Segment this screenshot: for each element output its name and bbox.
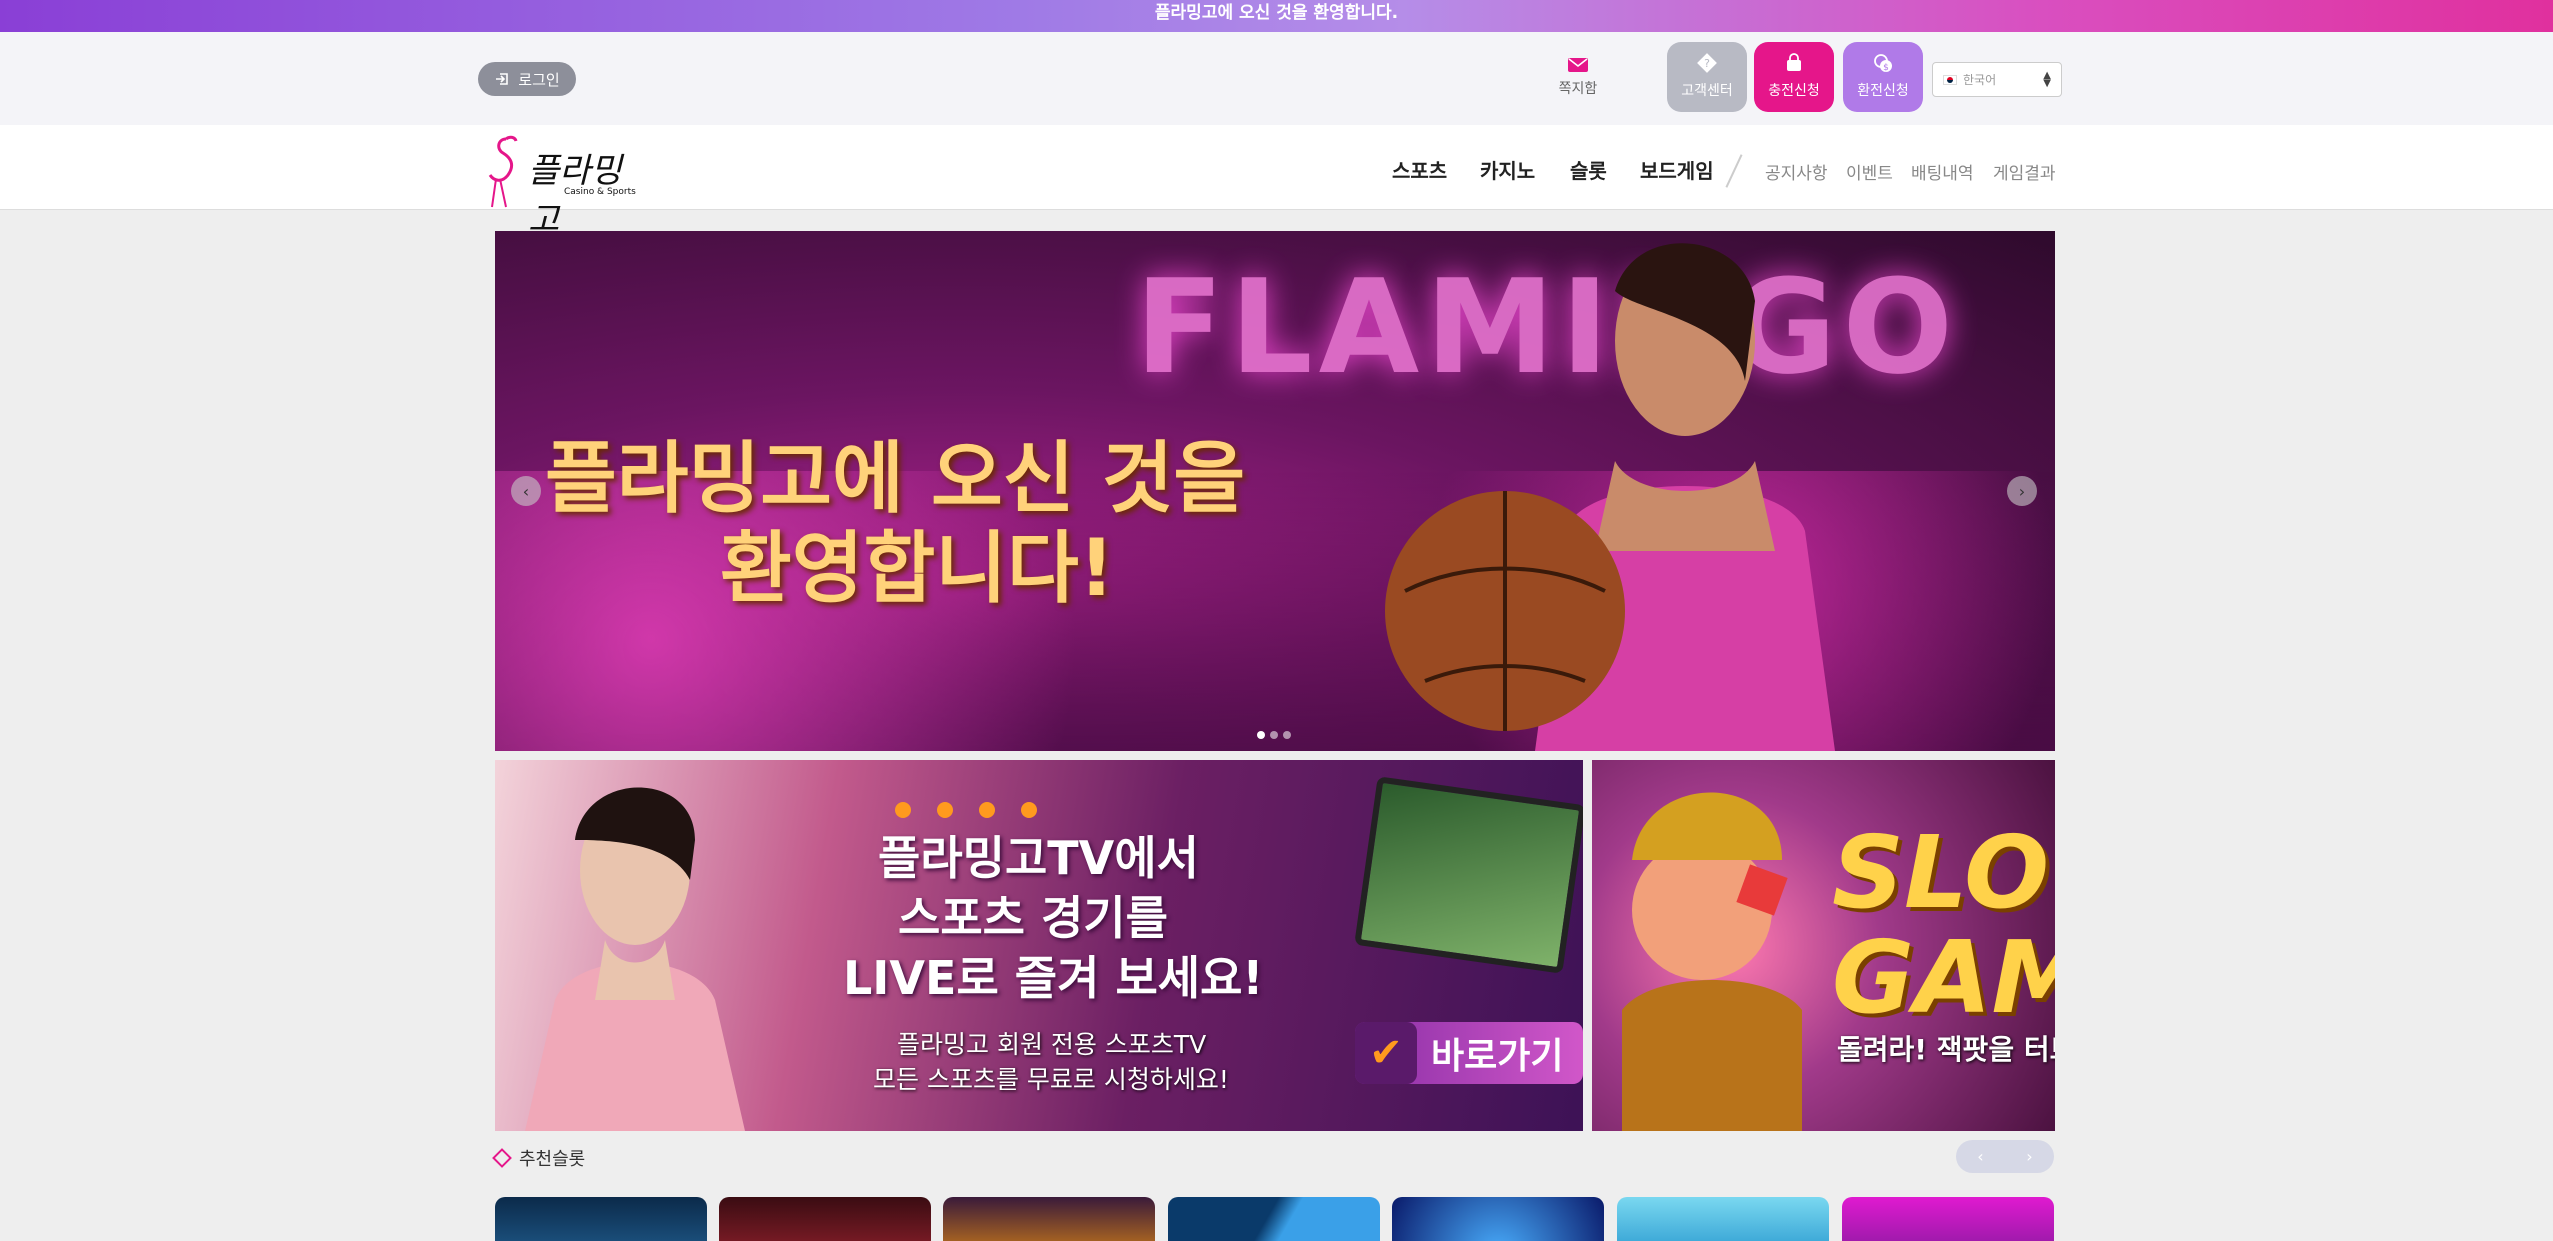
nav-slot[interactable]: 슬롯 (1570, 155, 1607, 184)
slot-game-banner[interactable]: SLOGAME 돌려라! 잭팟을 터트 (1592, 760, 2055, 1131)
chevron-right-icon: › (2026, 1147, 2033, 1166)
tv-screen-image (1354, 776, 1583, 974)
site-logo[interactable]: 플라밍고 Casino & Sports (476, 129, 641, 240)
slot-thumbnail-6[interactable] (1617, 1197, 1829, 1241)
slot-title: SLOGAME (1832, 814, 2055, 1036)
slots-prev-button[interactable]: ‹ (1956, 1140, 2005, 1173)
carousel-next-button[interactable]: › (2007, 476, 2037, 506)
hero-title-line2: 환영합니다! (720, 524, 1115, 614)
nav-bet-history[interactable]: 배팅내역 (1911, 159, 1974, 184)
header-bar: 로그인 쪽지함 ? 고객센터 충전신청 $ 환전신청 한국어 ▲ ▼ (0, 32, 2553, 125)
nav-board-game[interactable]: 보드게임 (1640, 155, 1714, 184)
carousel-indicators (1257, 731, 1291, 739)
slot-thumbnail-3[interactable] (943, 1197, 1155, 1241)
slot-thumbnail-4[interactable] (1168, 1197, 1380, 1241)
chevron-right-icon: › (2018, 481, 2026, 501)
svg-text:?: ? (1704, 57, 1710, 70)
tv-subtitle-line1: 플라밍고 회원 전용 스포츠TV (897, 1030, 1207, 1059)
slot-character-image (1622, 792, 1802, 1131)
navigation-bar: 플라밍고 Casino & Sports 스포츠 카지노 슬롯 보드게임 공지사… (0, 125, 2553, 240)
recommended-slots-header: 추천슬롯 (492, 1145, 586, 1171)
tv-subtitle-line2: 모든 스포츠를 무료로 시청하세요! (873, 1065, 1229, 1094)
nav-notice[interactable]: 공지사항 (1765, 159, 1828, 184)
tv-title-line1: 플라밍고TV에서 (878, 831, 1199, 885)
carousel-prev-button[interactable]: ‹ (511, 476, 541, 506)
coins-icon: $ (1874, 54, 1892, 73)
question-diamond-icon: ? (1697, 53, 1717, 73)
login-icon (496, 73, 509, 85)
login-label: 로그인 (518, 70, 560, 89)
withdraw-request-button[interactable]: $ 환전신청 (1843, 42, 1923, 112)
deposit-request-button[interactable]: 충전신청 (1754, 42, 1834, 112)
slot-thumbnail-1[interactable] (495, 1197, 707, 1241)
slot-thumbnail-7[interactable] (1842, 1197, 2054, 1241)
check-icon: ✔ (1355, 1022, 1417, 1084)
nav-casino[interactable]: 카지노 (1480, 155, 1535, 184)
sports-tv-banner[interactable]: 플라밍고TV에서 스포츠 경기를 LIVE로 즐겨 보세요! 플라밍고 회원 전… (495, 760, 1583, 1131)
chevron-left-icon: ‹ (1977, 1147, 1984, 1166)
message-box-button[interactable]: 쪽지함 (1548, 56, 1608, 106)
korea-flag-icon (1943, 74, 1957, 85)
promo-model-image (525, 787, 745, 1131)
tv-title-line3: LIVE로 즐겨 보세요! (843, 951, 1264, 1005)
go-button[interactable]: ✔ 바로가기 (1355, 1022, 1583, 1084)
nav-game-results[interactable]: 게임결과 (1993, 159, 2056, 184)
carousel-dot-3[interactable] (1283, 731, 1291, 739)
diamond-icon (492, 1148, 512, 1168)
go-button-label: 바로가기 (1431, 1036, 1564, 1077)
nav-event[interactable]: 이벤트 (1846, 159, 1893, 184)
chevron-left-icon: ‹ (522, 481, 530, 501)
nav-divider (1725, 154, 1743, 188)
deposit-label: 충전신청 (1768, 83, 1820, 99)
decor-dots (895, 802, 1037, 818)
svg-text:$: $ (1883, 63, 1889, 73)
customer-center-button[interactable]: ? 고객센터 (1667, 42, 1747, 112)
recommended-slots-nav: ‹ › (1956, 1140, 2054, 1173)
flamingo-logo-icon (488, 135, 518, 208)
support-label: 고객센터 (1681, 83, 1733, 99)
select-arrows-icon: ▲ ▼ (2043, 69, 2051, 89)
withdraw-label: 환전신청 (1857, 83, 1909, 99)
carousel-dot-1[interactable] (1257, 731, 1265, 739)
slots-next-button[interactable]: › (2005, 1140, 2054, 1173)
recommended-slots-title: 추천슬롯 (519, 1149, 586, 1170)
language-select[interactable]: 한국어 ▲ ▼ (1932, 62, 2062, 97)
slot-subtitle: 돌려라! 잭팟을 터트 (1837, 1033, 2055, 1066)
login-button[interactable]: 로그인 (478, 62, 576, 96)
hero-model-image (1385, 243, 1835, 751)
welcome-banner: 플라밍고에 오신 것을 환영합니다. (0, 0, 2553, 32)
nav-sports[interactable]: 스포츠 (1392, 155, 1447, 184)
language-value: 한국어 (1963, 73, 1997, 87)
bag-icon (1787, 53, 1801, 71)
message-label: 쪽지함 (1558, 81, 1598, 97)
hero-carousel[interactable]: FLAMINGO 플라밍고에 오신 것을 환영합니다! ‹ › (495, 231, 2055, 751)
slot-thumbnail-5[interactable] (1392, 1197, 1604, 1241)
logo-subtitle: Casino & Sports (564, 187, 636, 197)
slot-thumbnail-2[interactable] (719, 1197, 931, 1241)
envelope-icon (1568, 58, 1588, 72)
carousel-dot-2[interactable] (1270, 731, 1278, 739)
tv-title-line2: 스포츠 경기를 (898, 891, 1168, 945)
